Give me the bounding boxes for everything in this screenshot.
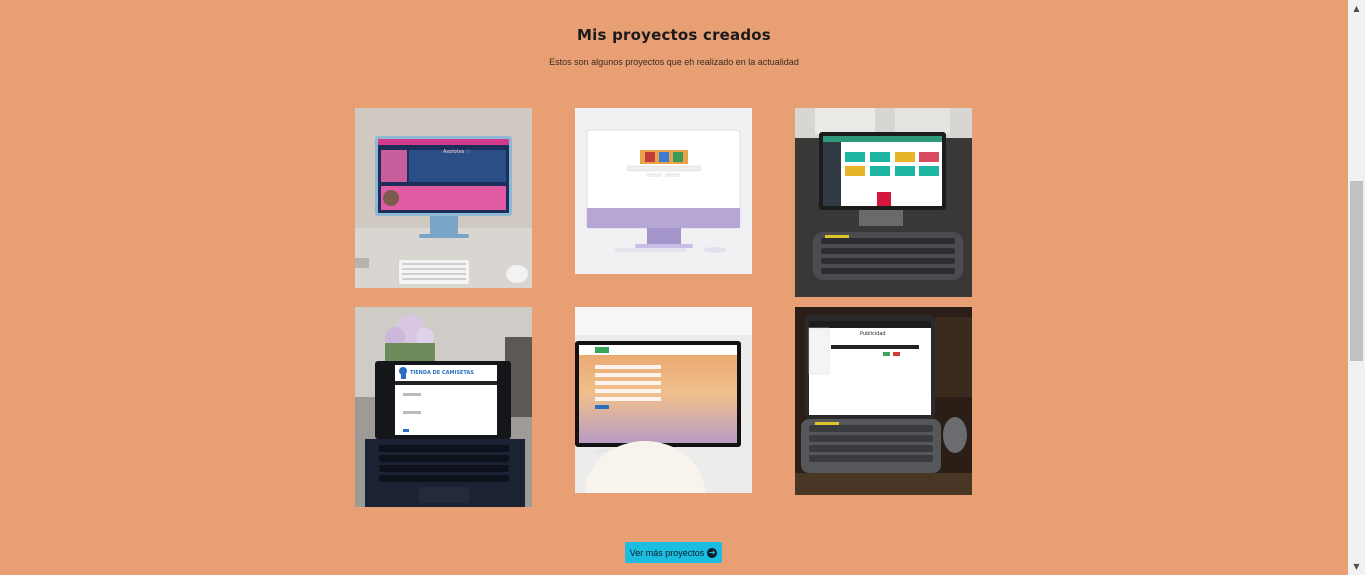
projects-section: Mis proyectos creados Estos son algunos … bbox=[0, 0, 1348, 575]
project-card-1[interactable]: Axolotes ♡ bbox=[355, 108, 532, 288]
section-subtitle: Estos son algunos proyectos que eh reali… bbox=[549, 57, 799, 67]
project-card-5[interactable] bbox=[575, 307, 752, 493]
project-card-6[interactable]: Publicidad bbox=[795, 307, 972, 495]
view-more-projects-button[interactable]: Ver más proyectos ➜ bbox=[625, 542, 722, 563]
scroll-down-icon[interactable]: ▼ bbox=[1348, 558, 1365, 575]
project-card-3[interactable] bbox=[795, 108, 972, 297]
scroll-up-icon[interactable]: ▲ bbox=[1348, 0, 1365, 17]
section-title: Mis proyectos creados bbox=[577, 26, 771, 44]
project-6-screen-text: Publicidad bbox=[860, 331, 886, 337]
project-card-2[interactable] bbox=[575, 108, 752, 274]
project-1-screen-text: Axolotes ♡ bbox=[443, 149, 470, 155]
arrow-circle-right-icon: ➜ bbox=[707, 547, 718, 558]
project-image-4: TIENDA DE CAMISETAS bbox=[355, 307, 532, 507]
project-image-5 bbox=[575, 307, 752, 493]
view-more-projects-label: Ver más proyectos bbox=[629, 547, 705, 558]
project-image-3 bbox=[795, 108, 972, 297]
project-image-2 bbox=[575, 108, 752, 274]
scrollbar-thumb[interactable] bbox=[1350, 181, 1363, 361]
project-card-4[interactable]: TIENDA DE CAMISETAS bbox=[355, 307, 532, 507]
project-4-screen-text: TIENDA DE CAMISETAS bbox=[410, 370, 474, 376]
project-image-1: Axolotes ♡ bbox=[355, 108, 532, 288]
vertical-scrollbar[interactable]: ▲ ▼ bbox=[1348, 0, 1365, 575]
project-image-6: Publicidad bbox=[795, 307, 972, 495]
